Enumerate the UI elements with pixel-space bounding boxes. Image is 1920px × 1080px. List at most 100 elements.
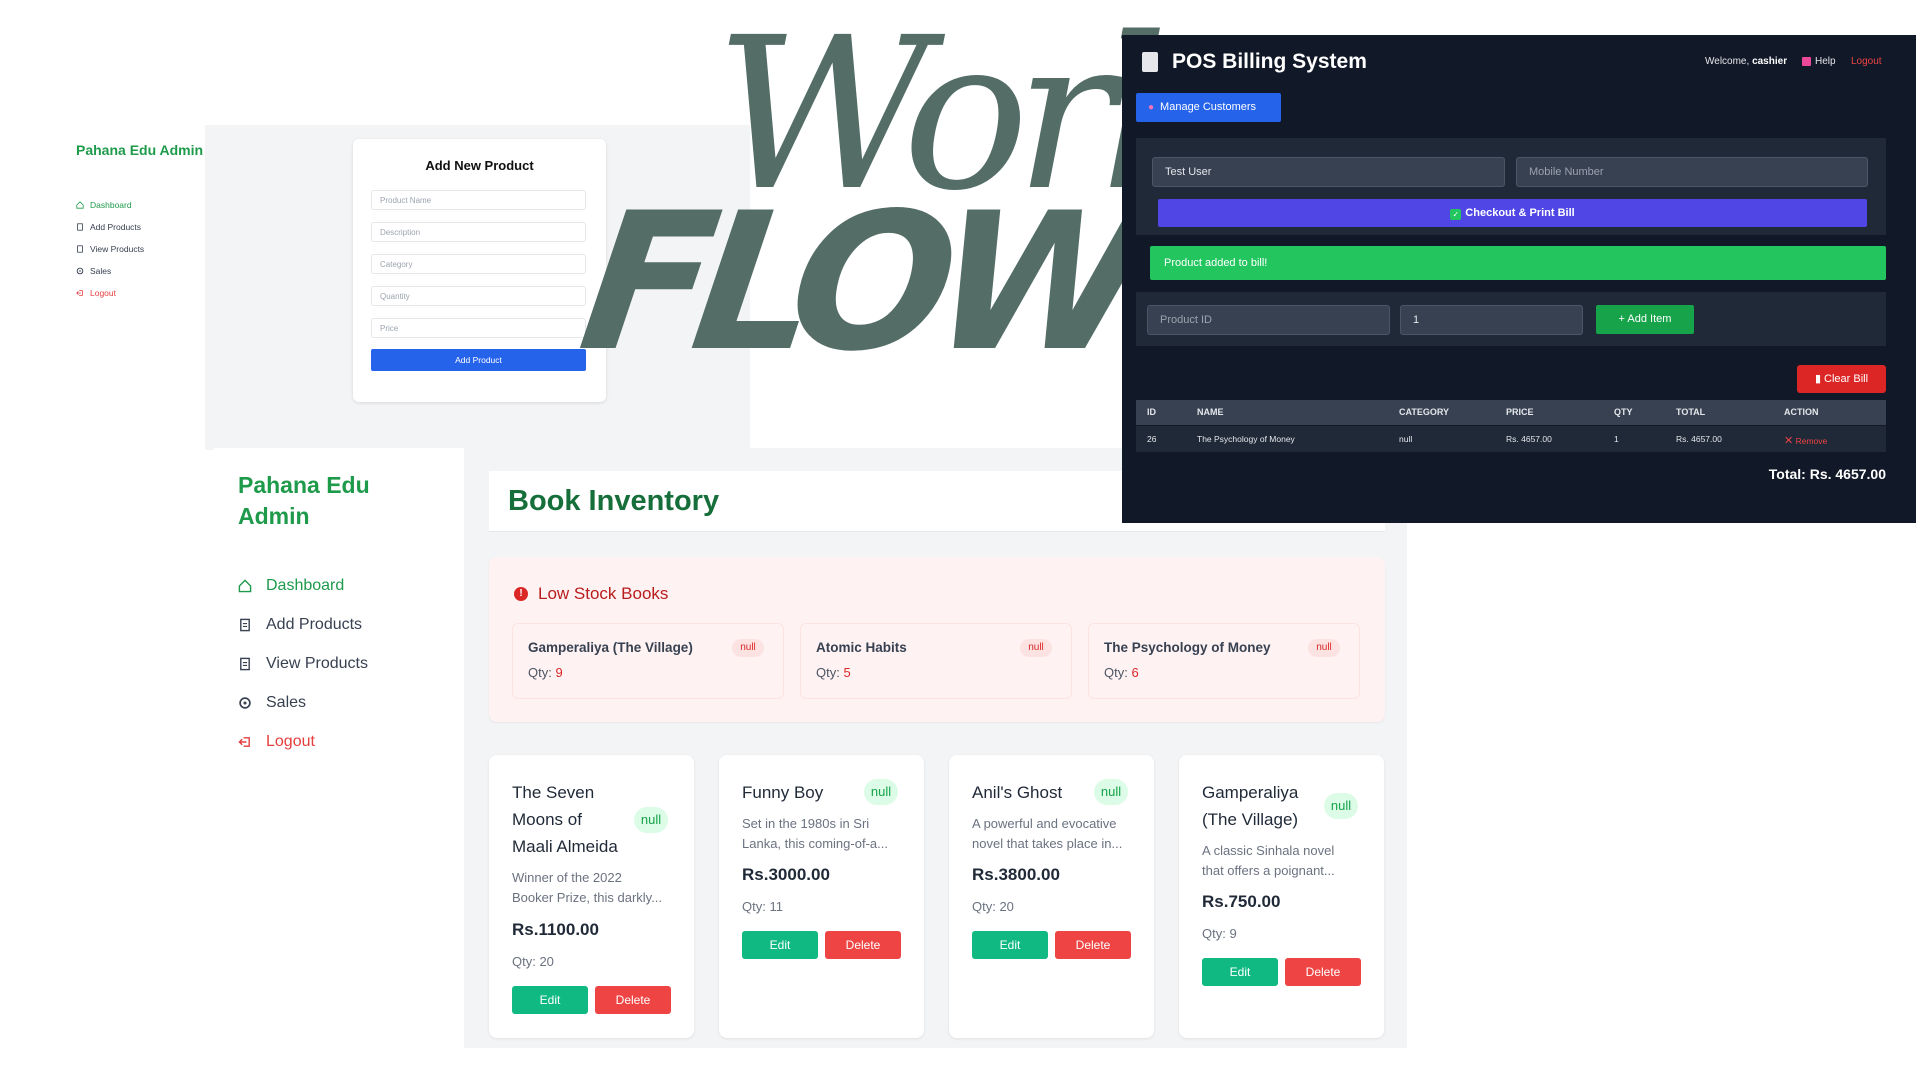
edit-button[interactable]: Edit <box>742 931 818 959</box>
inventory-nav-view-products[interactable]: View Products <box>238 654 438 674</box>
book-description: A classic Sinhala novel that offers a po… <box>1202 841 1335 881</box>
small-nav-label: Add Products <box>90 222 142 232</box>
checkout-label: Checkout & Print Bill <box>1465 207 1575 219</box>
low-stock-card <box>512 623 784 699</box>
clear-bill-label: Clear Bill <box>1824 373 1869 385</box>
close-icon: ✕ <box>1784 435 1794 447</box>
small-nav-label: Sales <box>90 266 112 276</box>
price-field[interactable]: Price <box>371 318 586 338</box>
book-title: Gamperaliya (The Village) <box>1202 779 1322 833</box>
small-nav-dashboard[interactable]: Dashboard <box>76 199 206 211</box>
checkout-button[interactable]: ✓ Checkout & Print Bill <box>1158 199 1867 227</box>
logout-icon <box>76 290 83 296</box>
remove-label: Remove <box>1795 436 1828 446</box>
low-stock-card <box>1088 623 1360 699</box>
customer-name-input[interactable]: Test User <box>1152 157 1505 187</box>
gear-icon <box>76 267 84 275</box>
cell-price: Rs. 4657.00 <box>1506 434 1552 444</box>
small-nav-view-products[interactable]: View Products <box>76 243 206 255</box>
help-label: Help <box>1815 56 1836 67</box>
document-icon <box>77 245 83 253</box>
low-stock-title: Low Stock Books <box>538 584 669 603</box>
book-description: Set in the 1980s in Sri Lanka, this comi… <box>742 814 888 854</box>
quantity-input[interactable]: 1 <box>1400 305 1583 335</box>
category-field[interactable]: Category <box>371 254 586 274</box>
manage-customers-label: Manage Customers <box>1160 101 1257 113</box>
book-title-line: The Seven <box>512 783 595 802</box>
book-title-line: Anil's Ghost <box>972 783 1063 802</box>
qty-label: Qty: <box>528 665 552 680</box>
column-header: TOTAL <box>1676 407 1706 417</box>
document-icon <box>240 657 250 671</box>
product-id-input[interactable]: Product ID <box>1147 305 1390 335</box>
product-name-field[interactable]: Product Name <box>371 190 586 210</box>
inventory-nav-label: Logout <box>266 733 315 750</box>
qty-value: 9 <box>555 665 563 680</box>
edit-button[interactable]: Edit <box>972 931 1048 959</box>
logout-link[interactable]: Logout <box>1851 56 1882 67</box>
inventory-nav-label: Dashboard <box>266 577 345 594</box>
book-desc-line: A powerful and evocative <box>972 816 1117 831</box>
small-nav-sales[interactable]: Sales <box>76 265 206 277</box>
mobile-number-input[interactable]: Mobile Number <box>1516 157 1868 187</box>
low-stock-name: Gamperaliya (The Village) <box>528 640 693 655</box>
inventory-nav-dashboard[interactable]: Dashboard <box>238 576 438 596</box>
book-desc-line: Booker Prize, this darkly... <box>512 890 663 905</box>
bill-total: Total: Rs. 4657.00 <box>1768 466 1886 482</box>
book-desc-line: Lanka, this coming-of-a... <box>742 836 888 851</box>
qty-label: Qty: <box>816 665 840 680</box>
headline-flow: FLOW <box>569 172 1144 393</box>
small-nav-label: View Products <box>90 244 145 254</box>
book-desc-line: that offers a poignant... <box>1202 863 1335 878</box>
small-nav-logout[interactable]: Logout <box>76 287 206 299</box>
category-badge: null <box>1324 793 1358 819</box>
book-description: A powerful and evocative novel that take… <box>972 814 1122 854</box>
quantity-field[interactable]: Quantity <box>371 286 586 306</box>
category-badge: null <box>732 639 764 657</box>
inventory-nav-label: View Products <box>266 655 368 672</box>
add-item-button[interactable]: + Add Item <box>1596 305 1694 334</box>
inventory-nav-sales[interactable]: Sales <box>238 693 438 713</box>
current-user: cashier <box>1752 56 1788 67</box>
help-icon <box>1802 57 1811 66</box>
gear-icon <box>239 697 251 709</box>
remove-button[interactable]: ✕ Remove <box>1784 434 1827 447</box>
low-stock-name: Atomic Habits <box>816 640 907 655</box>
column-header: QTY <box>1614 407 1633 417</box>
edit-button[interactable]: Edit <box>512 986 588 1014</box>
column-header: ID <box>1147 407 1156 417</box>
small-sidebar <box>0 115 205 450</box>
users-icon: ● <box>1148 102 1155 113</box>
edit-button[interactable]: Edit <box>1202 958 1278 986</box>
alert-icon: ! <box>514 587 528 601</box>
category-badge: null <box>864 779 898 805</box>
welcome-prefix: Welcome, <box>1705 56 1750 67</box>
book-title: The Seven Moons of Maali Almeida <box>512 779 632 860</box>
clear-bill-button[interactable]: ▮ Clear Bill <box>1797 365 1886 393</box>
home-icon <box>238 579 252 593</box>
column-header: CATEGORY <box>1399 407 1450 417</box>
help-link[interactable]: Help <box>1802 56 1836 67</box>
small-nav-add-products[interactable]: Add Products <box>76 221 206 233</box>
delete-button[interactable]: Delete <box>1055 931 1131 959</box>
book-desc-line: Winner of the 2022 <box>512 870 622 885</box>
cell-qty: 1 <box>1614 434 1619 444</box>
description-field[interactable]: Description <box>371 222 586 242</box>
low-stock-card <box>800 623 1072 699</box>
column-header: NAME <box>1197 407 1224 417</box>
book-qty: Qty: 11 <box>742 899 783 914</box>
delete-button[interactable]: Delete <box>595 986 671 1014</box>
low-stock-qty: Qty: 5 <box>816 665 851 680</box>
qty-value: 6 <box>1131 665 1139 680</box>
manage-customers-button[interactable]: ● Manage Customers <box>1136 93 1281 122</box>
book-price: Rs.1100.00 <box>512 920 599 939</box>
qty-label: Qty: <box>1104 665 1128 680</box>
inventory-nav-logout[interactable]: Logout <box>238 732 438 752</box>
delete-button[interactable]: Delete <box>825 931 901 959</box>
delete-button[interactable]: Delete <box>1285 958 1361 986</box>
inventory-nav-add-products[interactable]: Add Products <box>238 615 438 635</box>
add-product-button[interactable]: Add Product <box>371 349 586 371</box>
inventory-brand: Pahana Edu Admin <box>238 472 370 529</box>
pos-title: POS Billing System <box>1172 50 1367 73</box>
add-product-title: Add New Product <box>425 158 534 173</box>
